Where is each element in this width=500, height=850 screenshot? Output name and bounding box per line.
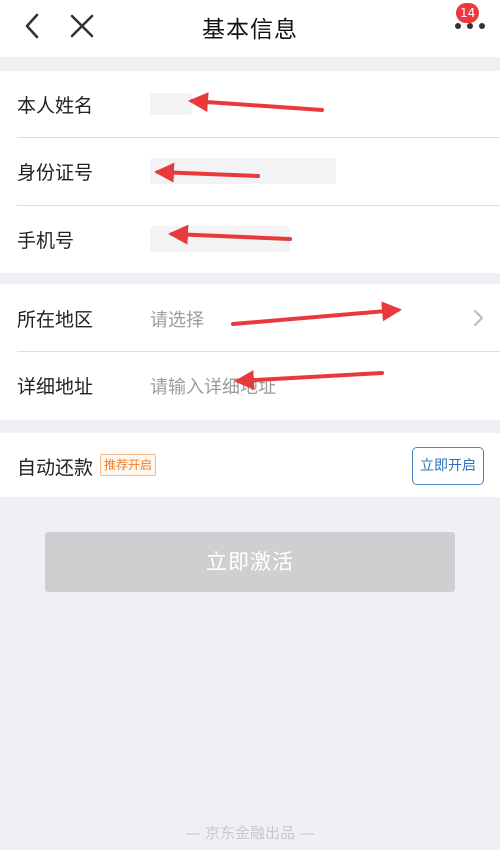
region-label: 所在地区 <box>17 309 94 331</box>
name-value-redacted <box>150 93 192 115</box>
enable-now-button[interactable]: 立即开启 <box>412 447 484 485</box>
region-row[interactable]: 所在地区 请选择 <box>0 284 500 351</box>
detail-address-row[interactable]: 详细地址 请输入详细地址 <box>0 352 500 419</box>
id-number-row[interactable]: 身份证号 <box>0 138 500 205</box>
notification-badge: 14 <box>456 3 480 23</box>
chevron-right-icon <box>474 310 483 326</box>
navbar: 基本信息 14 <box>0 0 500 57</box>
name-label: 本人姓名 <box>17 95 94 117</box>
phone-row[interactable]: 手机号 <box>0 206 500 273</box>
footer-credit: — 京东金融出品 — <box>185 824 315 842</box>
address-section: 所在地区 请选择 详细地址 请输入详细地址 <box>0 284 500 420</box>
auto-repay-label: 自动还款 <box>17 457 94 479</box>
detail-address-input[interactable]: 请输入详细地址 <box>150 373 276 399</box>
id-number-value-redacted <box>150 158 336 184</box>
activate-button[interactable]: 立即激活 <box>45 532 455 592</box>
name-row[interactable]: 本人姓名 <box>0 71 500 138</box>
region-select[interactable]: 请选择 <box>150 306 204 332</box>
detail-address-label: 详细地址 <box>17 376 94 398</box>
id-number-label: 身份证号 <box>17 162 94 184</box>
recommend-tag: 推荐开启 <box>100 454 157 476</box>
page-title: 基本信息 <box>202 17 298 43</box>
auto-repay-section: 自动还款 推荐开启 立即开启 <box>0 433 500 497</box>
identity-section: 本人姓名 身份证号 手机号 <box>0 71 500 273</box>
phone-label: 手机号 <box>17 230 75 252</box>
phone-value-redacted <box>150 226 290 252</box>
